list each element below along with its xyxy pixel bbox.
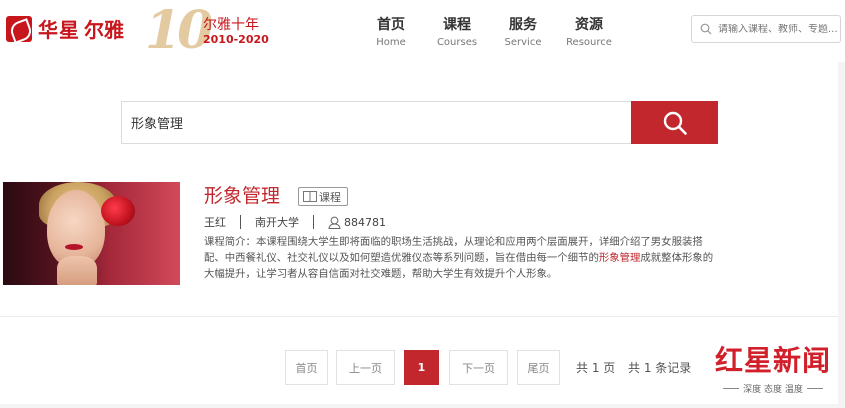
brand-name: 尔雅	[84, 18, 124, 42]
logo-star-icon	[6, 15, 32, 42]
course-search-input[interactable]	[122, 102, 630, 143]
course-meta: 王红 南开大学 884781	[204, 214, 386, 230]
course-type-label: 课程	[319, 190, 341, 204]
header-search	[691, 15, 841, 43]
nav-home[interactable]: 首页 Home	[358, 14, 424, 48]
nav-home-label: 首页	[377, 17, 405, 33]
header-search-input[interactable]	[718, 23, 838, 35]
meta-divider	[313, 215, 314, 229]
course-title-link[interactable]: 形象管理	[204, 184, 280, 208]
news-watermark: 红星新闻 深度 态度 温度	[708, 344, 838, 402]
anniversary-title: 尔雅十年	[203, 17, 259, 33]
prev-page-button[interactable]: 上一页	[336, 350, 395, 385]
anniversary-badge: 10 尔雅十年 2010-2020	[143, 0, 283, 62]
main-nav: 首页 Home 课程 Courses 服务 Service 资源 Resourc…	[358, 14, 622, 48]
page-count: 共 1 页	[576, 361, 616, 375]
nav-home-sublabel: Home	[376, 37, 406, 48]
site-logo[interactable]: 华星 尔雅	[6, 14, 124, 43]
search-button[interactable]	[631, 101, 718, 144]
nav-courses[interactable]: 课程 Courses	[424, 14, 490, 48]
course-description-highlight: 形象管理	[598, 252, 641, 264]
nav-resource-sublabel: Resource	[566, 37, 612, 48]
course-learner-count: 884781	[344, 215, 386, 229]
nav-courses-label: 课程	[443, 17, 471, 33]
record-count: 共 1 条记录	[628, 361, 692, 375]
course-thumbnail[interactable]	[3, 182, 180, 285]
last-page-button[interactable]: 尾页	[517, 350, 560, 385]
nav-resource-label: 资源	[575, 17, 603, 33]
book-icon	[303, 191, 317, 202]
search-icon	[663, 111, 687, 135]
course-school[interactable]: 南开大学	[255, 214, 299, 230]
first-page-button[interactable]: 首页	[285, 350, 328, 385]
course-teacher[interactable]: 王红	[204, 214, 226, 230]
thumbnail-hand	[57, 256, 97, 285]
nav-resource[interactable]: 资源 Resource	[556, 14, 622, 48]
site-header: 华星 尔雅 10 尔雅十年 2010-2020 首页 Home 课程 Cours…	[0, 0, 845, 62]
course-result: 形象管理 课程 王红 南开大学 884781 课程简介：本课程围绕大学生即将面临…	[0, 182, 838, 285]
course-description: 课程简介：本课程围绕大学生即将面临的职场生活挑战，从理论和应用两个层面展开，详细…	[204, 234, 722, 282]
course-type-badge: 课程	[298, 187, 348, 206]
section-divider	[0, 316, 838, 317]
nav-service-label: 服务	[509, 17, 537, 33]
page-1-button[interactable]: 1	[404, 350, 439, 385]
anniversary-number: 10	[145, 0, 213, 61]
logo-text: 华星	[38, 18, 80, 42]
thumbnail-lips	[65, 244, 83, 250]
learner-icon	[328, 216, 341, 229]
course-search-bar	[121, 101, 718, 144]
nav-service-sublabel: Service	[504, 37, 542, 48]
watermark-subtitle: 深度 态度 温度	[708, 382, 838, 395]
thumbnail-rose	[101, 196, 135, 226]
meta-divider	[240, 215, 241, 229]
nav-courses-sublabel: Courses	[436, 37, 478, 48]
anniversary-years: 2010-2020	[203, 33, 269, 46]
next-page-button[interactable]: 下一页	[449, 350, 508, 385]
search-icon	[700, 23, 712, 35]
nav-service[interactable]: 服务 Service	[490, 14, 556, 48]
watermark-title: 红星新闻	[714, 344, 831, 377]
